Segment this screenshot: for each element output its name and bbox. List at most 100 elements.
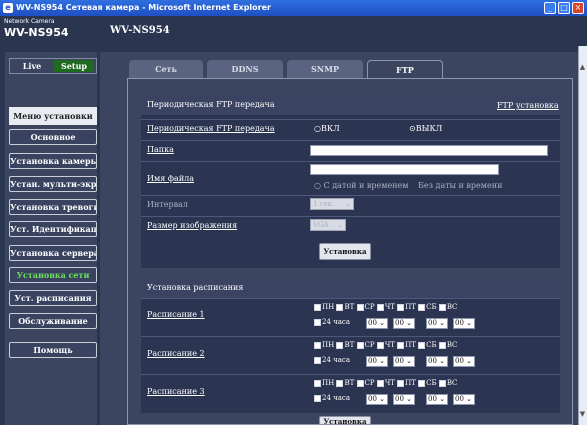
- time-select[interactable]: 00 ⌄: [393, 394, 415, 405]
- tab-network[interactable]: Сеть: [129, 60, 203, 78]
- checkbox[interactable]: [376, 379, 384, 387]
- checkbox[interactable]: [336, 303, 344, 311]
- filename-label[interactable]: Имя файла: [147, 174, 194, 183]
- time-select[interactable]: 00 ⌄: [453, 318, 475, 329]
- scroll-down-icon[interactable]: ▼: [578, 410, 587, 419]
- periodic-on-radio[interactable]: ○ВКЛ: [314, 124, 340, 133]
- hours24-label: 24 часа: [322, 394, 351, 402]
- day-label: ВС: [446, 341, 458, 349]
- time-select[interactable]: 00 ⌄: [453, 356, 475, 367]
- filename-input[interactable]: [310, 164, 499, 175]
- checkbox[interactable]: [438, 379, 446, 387]
- schedule-2-label[interactable]: Расписание 2: [147, 349, 205, 358]
- day-label: ЧТ: [384, 341, 395, 349]
- time-select[interactable]: 00 ⌄: [393, 356, 415, 367]
- time-value: 00: [395, 395, 404, 403]
- time-select[interactable]: 00 ⌄: [453, 394, 475, 405]
- checkbox[interactable]: [314, 341, 321, 349]
- schedule-1-24h: 24 часа: [314, 318, 350, 326]
- ftp-set-button[interactable]: Установка: [319, 243, 371, 260]
- live-setup-switch: Live Setup: [9, 58, 97, 74]
- sidebar-item-server[interactable]: Установка сервера: [9, 245, 97, 261]
- interval-select[interactable]: 1 сек. ⌄: [310, 198, 354, 210]
- time-select[interactable]: 00 ⌄: [426, 318, 448, 329]
- schedule-1-label[interactable]: Расписание 1: [147, 310, 205, 319]
- checkbox[interactable]: [397, 303, 405, 311]
- checkbox[interactable]: [438, 341, 446, 349]
- checkbox[interactable]: [397, 379, 405, 387]
- checkbox[interactable]: [418, 303, 426, 311]
- tab-ddns[interactable]: DDNS: [207, 60, 283, 78]
- checkbox[interactable]: [418, 341, 426, 349]
- ie-icon: e: [3, 3, 13, 13]
- sidebar-item-help[interactable]: Помощь: [9, 342, 97, 358]
- without-datetime-radio[interactable]: Без даты и времени: [418, 181, 502, 190]
- sidebar-item-multiscreen[interactable]: Устан. мульти-экрана: [9, 176, 97, 192]
- maximize-button[interactable]: □: [558, 2, 570, 14]
- checkbox[interactable]: [336, 341, 344, 349]
- checkbox[interactable]: [314, 394, 321, 402]
- time-select[interactable]: 00 ⌄: [393, 318, 415, 329]
- checkbox[interactable]: [418, 379, 426, 387]
- checkbox[interactable]: [314, 356, 321, 364]
- with-datetime-radio[interactable]: ○ С датой и временем: [314, 181, 409, 190]
- checkbox[interactable]: [397, 341, 405, 349]
- folder-label[interactable]: Папка: [147, 145, 174, 154]
- sidebar-item-basic[interactable]: Основное: [9, 129, 97, 145]
- day-label: СР: [364, 303, 375, 311]
- time-select[interactable]: 00 ⌄: [366, 394, 388, 405]
- checkbox[interactable]: [376, 303, 384, 311]
- window-title-bar: e WV-NS954 Сетевая камера - Microsoft In…: [0, 0, 587, 16]
- sidebar-item-maintenance[interactable]: Обслуживание: [9, 313, 97, 329]
- checkbox[interactable]: [336, 379, 344, 387]
- hours24-label: 24 часа: [322, 356, 351, 364]
- checkbox[interactable]: [438, 303, 446, 311]
- time-select[interactable]: 00 ⌄: [426, 394, 448, 405]
- schedule-section-title-text: Установка расписания: [147, 283, 244, 292]
- close-button[interactable]: ×: [572, 2, 584, 14]
- periodic-off-radio[interactable]: ⊙ВЫКЛ: [409, 124, 442, 133]
- time-value: 00: [368, 357, 377, 365]
- time-value: 00: [395, 319, 404, 327]
- tab-snmp[interactable]: SNMP: [287, 60, 363, 78]
- time-select[interactable]: 00 ⌄: [366, 318, 388, 329]
- day-label: СБ: [426, 303, 437, 311]
- scroll-up-icon[interactable]: ▲: [578, 63, 587, 72]
- checkbox[interactable]: [314, 318, 321, 326]
- checkbox[interactable]: [356, 341, 364, 349]
- sidebar-item-alarm[interactable]: Установка тревоги: [9, 199, 97, 215]
- with-datetime-label: С датой и временем: [323, 181, 409, 190]
- day-label: ПН: [322, 379, 335, 387]
- schedule-3-label[interactable]: Расписание 3: [147, 387, 205, 396]
- periodic-label[interactable]: Периодическая FTP передача: [147, 124, 275, 133]
- checkbox[interactable]: [376, 341, 384, 349]
- day-label: ВТ: [344, 303, 355, 311]
- folder-input[interactable]: [310, 145, 548, 156]
- time-value: 00: [455, 319, 464, 327]
- schedule-set-button[interactable]: Установка: [319, 416, 371, 425]
- vertical-scrollbar[interactable]: [578, 46, 587, 425]
- logo-caption: Network Camera: [4, 18, 55, 25]
- checkbox[interactable]: [356, 303, 364, 311]
- time-value: 00: [368, 395, 377, 403]
- chevron-down-icon: ⌄: [345, 200, 351, 208]
- live-button[interactable]: Live: [13, 60, 51, 72]
- sidebar-item-schedule[interactable]: Уст. расписания: [9, 290, 97, 306]
- without-datetime-label: Без даты и времени: [418, 181, 503, 190]
- sidebar-item-auth[interactable]: Уст. Идентификации: [9, 221, 97, 237]
- minimize-button[interactable]: _: [544, 2, 556, 14]
- checkbox[interactable]: [314, 303, 321, 311]
- tab-ftp[interactable]: FTP: [367, 60, 443, 78]
- setup-button[interactable]: Setup: [54, 60, 94, 72]
- ftp-settings-link[interactable]: FTP установка: [497, 101, 559, 110]
- page-header: Network Camera WV-NS954 WV-NS954: [0, 16, 587, 46]
- time-select[interactable]: 00 ⌄: [366, 356, 388, 367]
- schedule-1-days: ПН ВТ СР ЧТ ПТ СБ ВС: [314, 303, 457, 311]
- sidebar-item-network[interactable]: Установка сети: [9, 267, 97, 283]
- checkbox[interactable]: [356, 379, 364, 387]
- checkbox[interactable]: [314, 379, 321, 387]
- sidebar-item-camera[interactable]: Установка камеры: [9, 153, 97, 169]
- time-select[interactable]: 00 ⌄: [426, 356, 448, 367]
- size-label[interactable]: Размер изображения: [147, 221, 237, 230]
- size-select[interactable]: VGA ⌄: [310, 219, 346, 231]
